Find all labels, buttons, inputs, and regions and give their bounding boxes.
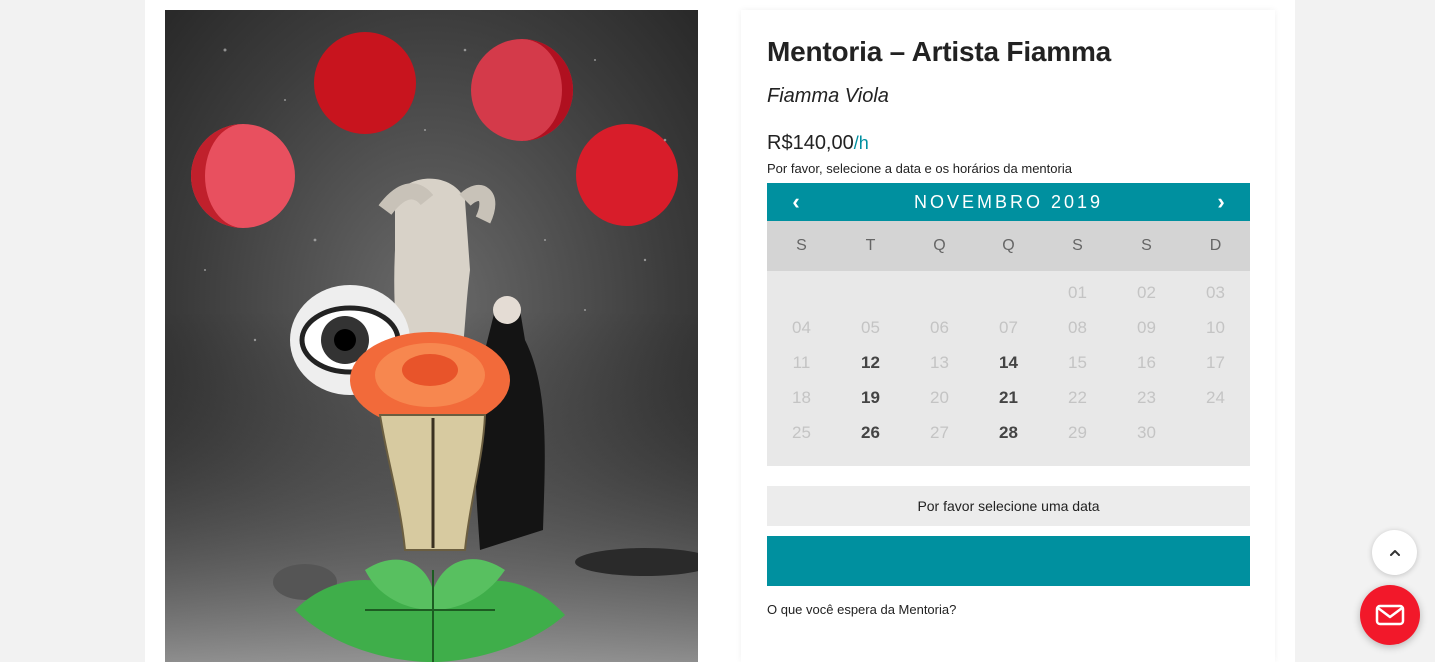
calendar-day-disabled: 23 — [1137, 387, 1156, 407]
calendar-day-disabled: 30 — [1137, 422, 1156, 442]
calendar-day-available[interactable]: 14 — [974, 345, 1043, 380]
weekday-label: T — [865, 237, 876, 254]
calendar-day-disabled: 16 — [1137, 352, 1156, 372]
weekday-label: S — [1072, 237, 1083, 254]
product-title: Mentoria – Artista Fiamma — [767, 36, 1112, 67]
calendar-day-disabled: 06 — [930, 317, 949, 337]
weekday-label: S — [1141, 237, 1152, 254]
contact-mail-button[interactable] — [1360, 585, 1420, 645]
price-unit: /h — [853, 133, 869, 153]
booking-instructions: Por favor, selecione a data e os horário… — [767, 161, 1072, 176]
calendar-day-disabled: 25 — [792, 422, 811, 442]
product-image-collage — [165, 10, 698, 662]
calendar-day-disabled: 29 — [1068, 422, 1087, 442]
calendar-month-label: NOVEMBRO 2019 — [913, 191, 1104, 212]
next-month-button[interactable]: › — [1212, 189, 1230, 215]
calendar-blank-cell — [974, 275, 1043, 310]
chevron-up-icon — [1389, 549, 1400, 556]
book-button[interactable] — [767, 536, 1250, 586]
calendar-day-disabled: 09 — [1137, 317, 1156, 337]
calendar-day-disabled: 27 — [930, 422, 949, 442]
calendar-day-disabled: 01 — [1068, 282, 1087, 302]
calendar-day-disabled: 02 — [1137, 282, 1156, 302]
calendar-day-disabled: 10 — [1206, 317, 1225, 337]
calendar-blank-cell — [905, 275, 974, 310]
scroll-to-top-button[interactable] — [1372, 530, 1417, 575]
calendar-day-disabled: 11 — [792, 352, 811, 372]
calendar-day-disabled: 24 — [1206, 387, 1225, 407]
calendar-day-disabled: 07 — [999, 317, 1018, 337]
calendar-day-available[interactable]: 28 — [974, 415, 1043, 450]
weekday-label: D — [1209, 237, 1222, 254]
calendar-day-disabled: 22 — [1068, 387, 1087, 407]
calendar-blank-cell — [836, 275, 905, 310]
calendar-day-disabled: 04 — [792, 317, 811, 337]
artist-name: Fiamma Viola — [767, 85, 889, 107]
calendar-day-disabled: 15 — [1068, 352, 1087, 372]
date-picker-calendar: ‹ NOVEMBRO 2019 › S T Q Q S S D 01 02 03 04 05 06 07… — [767, 183, 1250, 466]
calendar-day-disabled: 05 — [861, 317, 880, 337]
select-date-message: Por favor selecione uma data — [767, 486, 1250, 526]
calendar-blank-cell — [767, 275, 836, 310]
calendar-day-disabled: 18 — [792, 387, 811, 407]
calendar-day-available[interactable]: 19 — [836, 380, 905, 415]
weekday-label: Q — [933, 237, 946, 254]
calendar-day-disabled: 17 — [1206, 352, 1225, 372]
calendar-day-available[interactable]: 26 — [836, 415, 905, 450]
calendar-day-available[interactable]: 12 — [836, 345, 905, 380]
mentoria-question-label: O que você espera da Mentoria? — [767, 602, 957, 617]
calendar-day-disabled: 03 — [1206, 282, 1225, 302]
price-amount: R$140,00 — [767, 132, 854, 154]
calendar-weekdays: STQQSSD — [767, 221, 1250, 271]
product-price: R$140,00/h — [767, 132, 869, 155]
page-container: Mentoria – Artista Fiamma Fiamma Viola R… — [145, 0, 1295, 662]
calendar-days-grid: 01 02 03 04 05 06 07 08 09 10 11 12 13 14 15 16 17 18 19 20… — [767, 271, 1250, 450]
weekday-label: Q — [1002, 237, 1015, 254]
envelope-icon — [1375, 604, 1405, 626]
calendar-day-available[interactable]: 21 — [974, 380, 1043, 415]
product-panel: Mentoria – Artista Fiamma Fiamma Viola R… — [741, 10, 1275, 662]
calendar-day-disabled: 13 — [930, 352, 949, 372]
prev-month-button[interactable]: ‹ — [787, 189, 805, 215]
calendar-day-disabled: 08 — [1068, 317, 1087, 337]
calendar-header: ‹ NOVEMBRO 2019 › — [767, 183, 1250, 221]
calendar-day-disabled: 20 — [930, 387, 949, 407]
weekday-label: S — [796, 237, 807, 254]
